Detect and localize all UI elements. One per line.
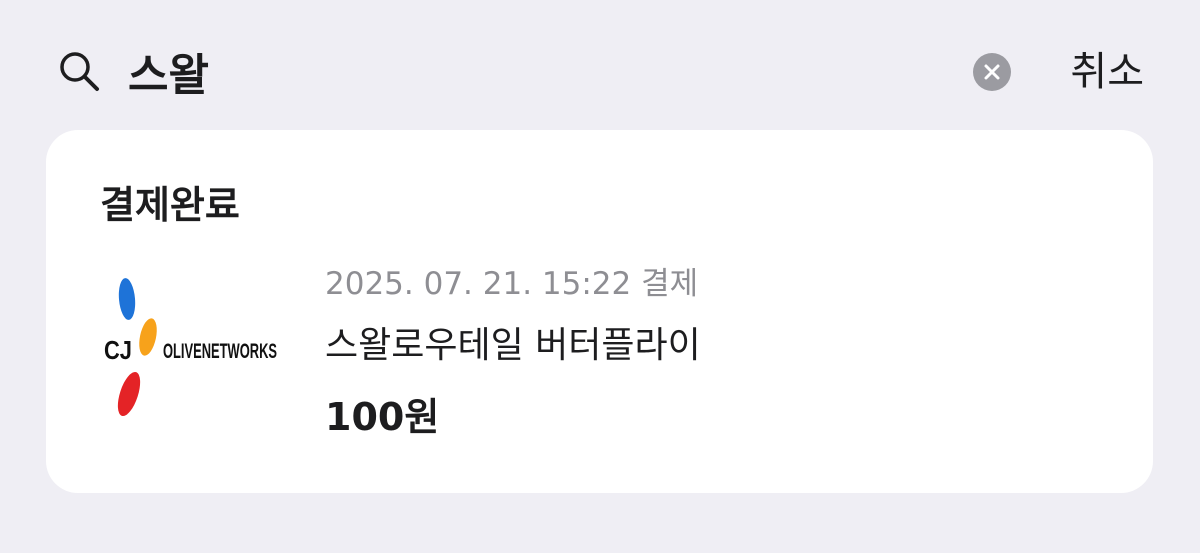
item-name: 스왈로우테일 버터플라이 xyxy=(325,325,701,366)
logo-cj-text: CJ xyxy=(104,335,132,365)
transaction-item[interactable]: CJ OLIVENETWORKS 2025. 07. 21. 15:22 결제 … xyxy=(46,240,1153,440)
payment-datetime: 2025. 07. 21. 15:22 결제 xyxy=(325,266,699,302)
merchant-logo: CJ OLIVENETWORKS xyxy=(104,278,277,417)
search-icon xyxy=(60,52,99,91)
logo-red-shape xyxy=(117,371,141,417)
logo-blue-shape xyxy=(118,278,136,320)
payment-amount: 100원 xyxy=(325,395,440,439)
close-icon xyxy=(984,64,1000,80)
section-title: 결제완료 xyxy=(100,183,240,227)
clear-search-button[interactable] xyxy=(973,53,1011,91)
search-results-card: 결제완료 CJ OLIVENETWORKS 2025. 07. 21. 15:2… xyxy=(46,130,1153,493)
logo-orange-shape xyxy=(139,318,157,356)
search-input[interactable] xyxy=(128,42,908,100)
logo-olive-networks-text: OLIVENETWORKS xyxy=(163,340,277,363)
cancel-button[interactable]: 취소 xyxy=(1070,44,1144,100)
search-bar: 취소 xyxy=(0,0,1200,130)
